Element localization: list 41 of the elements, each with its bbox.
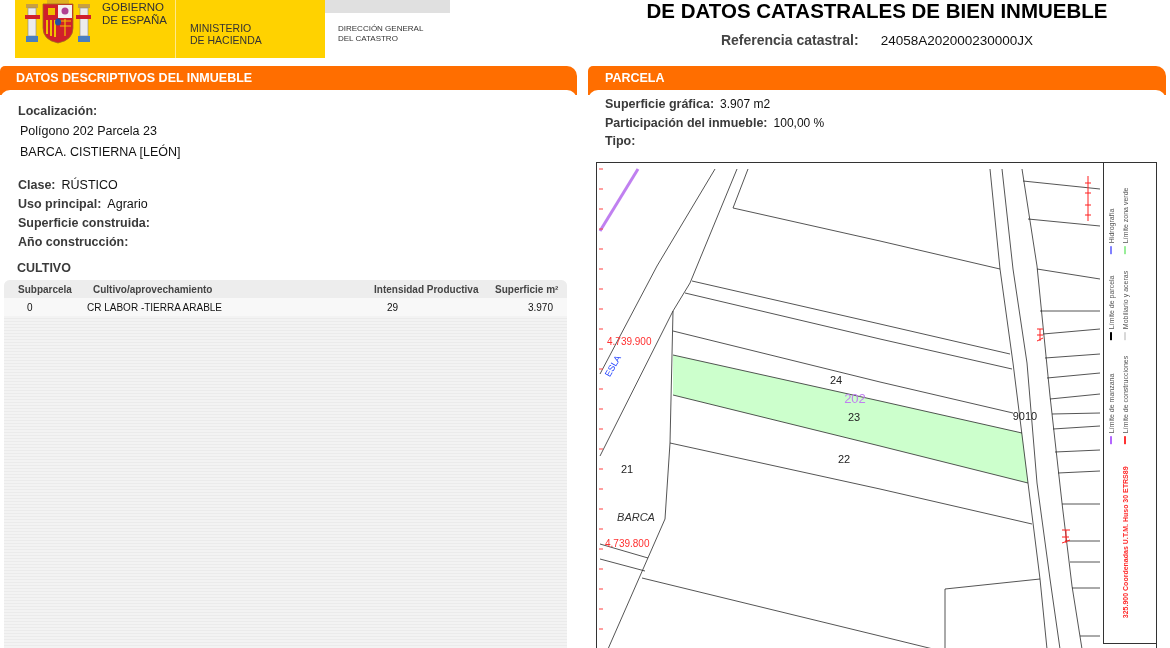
field-value: 100,00 % [773,114,825,132]
table-cell-text: CR LABOR -TIERRA ARABLE [86,301,224,313]
field-label: Año construcción: [18,234,129,251]
parcel-number: 24 [829,373,843,386]
block-boundary-line [598,167,640,232]
reference-value: 24058A202000230000JX [880,32,1034,50]
subsection-title: CULTIVO [17,260,71,277]
document-title: DE DATOS CATASTRALES DE BIEN INMUEBLE [646,0,1108,22]
place-name: BARCA [617,510,655,523]
field-label: Participación del inmueble: [605,114,768,132]
coordinate-label: 4.739.800 [605,537,650,548]
ministry-name: MINISTERIO DE HACIENDA [190,22,263,46]
field-label: Uso principal: [18,196,102,213]
boundary-marker-icon [1061,529,1071,543]
field-label: Tipo: [605,133,636,150]
address-line: BARCA. CISTIERNA [LEÓN] [20,143,181,161]
field-label: Localización: [18,103,98,120]
field-value: 3.907 m2 [720,96,771,113]
field-value: Agrario [107,196,148,213]
field-value: RÚSTICO [61,176,118,194]
column-header: Superficie m² [494,283,560,295]
table-cell-text: 3.970 [526,301,554,313]
directorate-name: DIRECCIÓN GENERAL DEL CATASTRO [338,24,425,44]
government-name: GOBIERNO DE ESPAÑA [102,1,168,27]
column-header: Intensidad Productiva [373,283,480,295]
field-label: Clase: [18,177,56,194]
boundary-marker-icon [1036,328,1044,341]
column-header: Subparcela [17,283,73,295]
column-header: Cultivo/aprovechamiento [92,283,214,295]
parcel-number: 22 [837,452,851,465]
field-label: Superficie gráfica: [605,96,715,113]
coat-of-arms-icon [25,0,91,44]
parcel-number: 21 [620,462,634,475]
table-cell-text: 29 [386,301,400,313]
boundary-marker-icon [1084,175,1092,221]
table-cell-text: 0 [26,301,34,313]
reference-label: Referencia catastral: [720,31,859,49]
parcel-number: 23 [847,410,861,423]
field-label: Superficie construida: [18,215,150,232]
coordinate-label: 4.739.900 [607,335,652,346]
address-line: Polígono 202 Parcela 23 [20,123,157,140]
